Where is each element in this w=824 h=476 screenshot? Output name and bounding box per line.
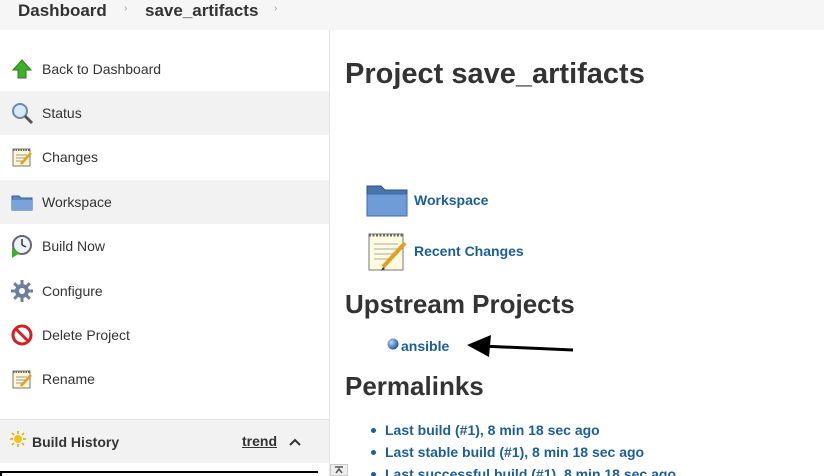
folder-icon[interactable] xyxy=(365,178,409,222)
sidebar-item-label: Back to Dashboard xyxy=(42,61,162,77)
recent-changes-link[interactable]: Recent Changes xyxy=(414,243,524,259)
sidebar-bottom-border xyxy=(0,471,318,476)
bullet-icon xyxy=(371,427,376,433)
sidebar-item-label: Rename xyxy=(42,371,95,387)
build-history-label: Build History xyxy=(32,433,120,450)
clock-play-icon xyxy=(10,234,34,258)
sidebar-item-status[interactable]: Status xyxy=(0,91,329,135)
workspace-link-row[interactable]: Workspace xyxy=(365,178,488,222)
annotation-arrow-icon xyxy=(467,335,574,357)
sidebar-item-label: Configure xyxy=(42,283,103,299)
sidebar-item-back-to-dashboard[interactable]: Back to Dashboard xyxy=(0,47,329,91)
breadcrumb-separator-icon[interactable]: › xyxy=(274,3,277,14)
upstream-project-item[interactable]: ansible xyxy=(387,337,449,355)
sun-icon xyxy=(10,431,26,452)
recent-changes-link-row[interactable]: Recent Changes xyxy=(365,229,524,273)
sidebar: Back to Dashboard Status Changes Workspa… xyxy=(0,30,330,476)
arrow-up-icon xyxy=(335,466,343,474)
page-title: Project save_artifacts xyxy=(345,58,645,90)
permalink-last-build[interactable]: Last build (#1), 8 min 18 sec ago xyxy=(385,422,600,438)
notepad-icon xyxy=(10,367,34,391)
notepad-icon[interactable] xyxy=(365,229,409,273)
chevron-up-icon[interactable] xyxy=(288,434,302,452)
permalink-last-stable-build[interactable]: Last stable build (#1), 8 min 18 sec ago xyxy=(385,444,644,460)
blue-ball-status-icon xyxy=(387,337,399,355)
scroll-to-top-button[interactable] xyxy=(330,464,348,476)
list-item: Last build (#1), 8 min 18 sec ago xyxy=(371,419,676,441)
sidebar-item-label: Changes xyxy=(42,149,99,165)
sidebar-item-changes[interactable]: Changes xyxy=(0,135,329,179)
trend-link[interactable]: trend xyxy=(242,433,277,449)
breadcrumb-separator-icon[interactable]: › xyxy=(124,3,127,14)
bullet-icon xyxy=(371,471,376,476)
folder-icon xyxy=(10,190,34,214)
breadcrumb-dashboard[interactable]: Dashboard xyxy=(18,1,107,21)
magnifier-icon xyxy=(10,101,34,125)
bullet-icon xyxy=(371,449,376,455)
permalink-last-successful-build[interactable]: Last successful build (#1), 8 min 18 sec… xyxy=(385,466,676,476)
list-item: Last stable build (#1), 8 min 18 sec ago xyxy=(371,441,676,463)
sidebar-item-delete-project[interactable]: Delete Project xyxy=(0,313,329,357)
up-arrow-icon xyxy=(10,57,34,81)
breadcrumb-project[interactable]: save_artifacts xyxy=(145,1,258,21)
permalinks-list: Last build (#1), 8 min 18 sec ago Last s… xyxy=(371,419,676,476)
list-item: Last successful build (#1), 8 min 18 sec… xyxy=(371,463,676,476)
notepad-icon xyxy=(10,145,34,169)
permalinks-heading: Permalinks xyxy=(345,371,484,401)
sidebar-item-label: Build Now xyxy=(42,238,106,254)
sidebar-item-rename[interactable]: Rename xyxy=(0,357,329,401)
sidebar-item-label: Workspace xyxy=(42,194,112,210)
upstream-projects-heading: Upstream Projects xyxy=(345,289,575,319)
sidebar-item-build-now[interactable]: Build Now xyxy=(0,224,329,268)
breadcrumb: Dashboard › save_artifacts › xyxy=(0,0,824,30)
main-panel: Project save_artifacts Workspace Recent … xyxy=(331,30,824,476)
sidebar-item-label: Delete Project xyxy=(42,327,130,343)
sidebar-item-label: Status xyxy=(42,105,82,121)
upstream-project-link[interactable]: ansible xyxy=(401,338,449,354)
gear-icon xyxy=(10,279,34,303)
no-entry-icon xyxy=(10,323,34,347)
build-history-header: Build History trend xyxy=(0,419,329,463)
workspace-link[interactable]: Workspace xyxy=(414,192,488,208)
sidebar-item-workspace[interactable]: Workspace xyxy=(0,180,329,224)
sidebar-item-configure[interactable]: Configure xyxy=(0,269,329,313)
